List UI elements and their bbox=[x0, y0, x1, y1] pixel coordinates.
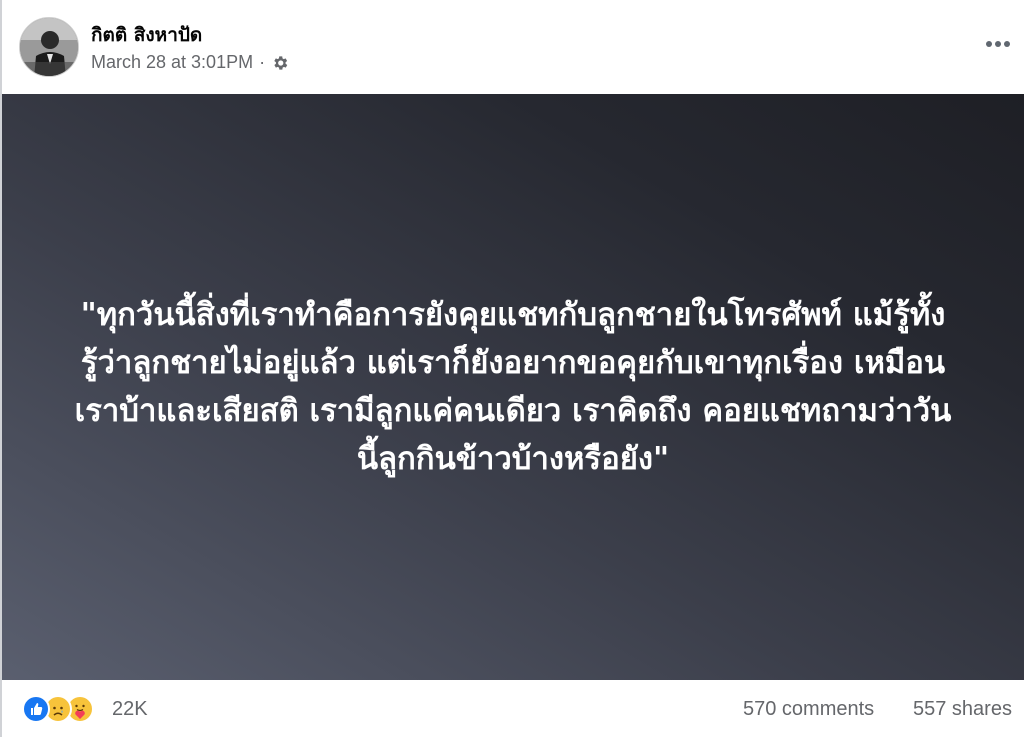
quote-line: "ทุกวันนี้สิ่งที่เราทำคือการยังคุยแชทกับ… bbox=[80, 297, 946, 333]
quote-line: รู้ว่าลูกชายไม่อยู่แล้ว แต่เราก็ยังอยากข… bbox=[80, 345, 946, 381]
avatar-photo-icon bbox=[20, 18, 78, 76]
avatar[interactable] bbox=[19, 17, 79, 77]
quote-text: "ทุกวันนี้สิ่งที่เราทำคือการยังคุยแชทกับ… bbox=[23, 291, 1003, 483]
like-icon bbox=[22, 695, 50, 723]
gear-icon[interactable] bbox=[271, 54, 289, 72]
meta-separator: · bbox=[259, 52, 266, 72]
author-name[interactable]: กิตติ สิงหาปัด bbox=[91, 20, 202, 50]
post-footer: 22K 570 comments 557 shares bbox=[0, 680, 1024, 737]
post-timestamp[interactable]: March 28 at 3:01PM bbox=[91, 52, 253, 73]
post-header: กิตติ สิงหาปัด March 28 at 3:01PM · bbox=[0, 0, 1024, 94]
post-image[interactable]: "ทุกวันนี้สิ่งที่เราทำคือการยังคุยแชทกับ… bbox=[2, 94, 1024, 680]
quote-line: นี้ลูกกินข้าวบ้างหรือยัง" bbox=[356, 441, 670, 477]
shares-count[interactable]: 557 shares bbox=[913, 698, 1012, 721]
quote-line: เราบ้าและเสียสติ เรามีลูกแค่คนเดียว เราค… bbox=[74, 393, 952, 429]
more-options-icon[interactable] bbox=[984, 30, 1012, 58]
post-meta: March 28 at 3:01PM · bbox=[91, 52, 289, 73]
comments-count[interactable]: 570 comments bbox=[743, 698, 874, 721]
reaction-count[interactable]: 22K bbox=[112, 698, 148, 721]
reactions-summary[interactable] bbox=[22, 695, 94, 723]
